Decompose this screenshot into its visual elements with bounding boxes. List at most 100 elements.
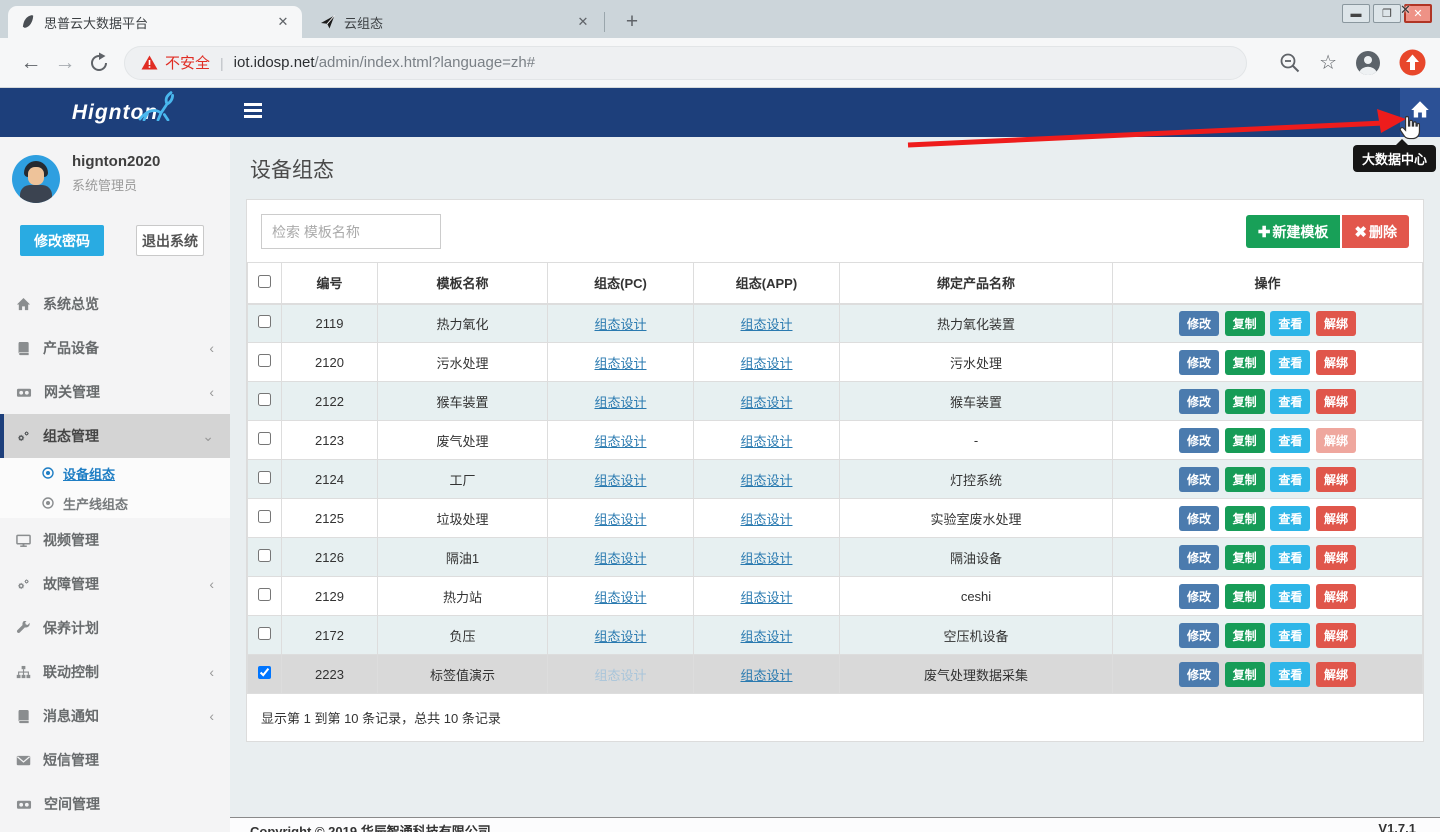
unbind-button[interactable]: 解绑: [1316, 428, 1356, 453]
pc-design-link[interactable]: 组态设计: [594, 629, 646, 644]
view-button[interactable]: 查看: [1270, 311, 1310, 336]
copy-button[interactable]: 复制: [1225, 350, 1265, 375]
hamburger-menu-icon[interactable]: [244, 103, 264, 121]
modify-button[interactable]: 修改: [1179, 545, 1219, 570]
sidebar-item-notify[interactable]: 消息通知 ‹: [0, 694, 230, 738]
sidebar-subitem-line-scada[interactable]: 生产线组态: [0, 488, 230, 518]
sidebar-item-space[interactable]: 空间管理: [0, 782, 230, 826]
app-design-link[interactable]: 组态设计: [740, 473, 792, 488]
window-minimize-button[interactable]: ▬: [1342, 4, 1370, 23]
refresh-icon[interactable]: [82, 52, 116, 74]
sidebar-item-overview[interactable]: 系统总览: [0, 282, 230, 326]
copy-button[interactable]: 复制: [1225, 311, 1265, 336]
row-checkbox[interactable]: [258, 510, 271, 523]
pc-design-link[interactable]: 组态设计: [594, 317, 646, 332]
app-design-link[interactable]: 组态设计: [740, 668, 792, 683]
row-checkbox[interactable]: [258, 549, 271, 562]
app-design-link[interactable]: 组态设计: [740, 317, 792, 332]
unbind-button[interactable]: 解绑: [1316, 662, 1356, 687]
new-template-button[interactable]: ✚新建模板: [1246, 215, 1341, 248]
delete-button[interactable]: ✖删除: [1342, 215, 1409, 248]
copy-button[interactable]: 复制: [1225, 584, 1265, 609]
row-checkbox[interactable]: [258, 471, 271, 484]
sidebar-item-gateway[interactable]: 网关管理 ‹: [0, 370, 230, 414]
sidebar-item-scada[interactable]: 组态管理 ⌄: [0, 414, 230, 458]
row-checkbox[interactable]: [258, 627, 271, 640]
pc-design-link[interactable]: 组态设计: [594, 434, 646, 449]
modify-button[interactable]: 修改: [1179, 428, 1219, 453]
forward-icon[interactable]: →: [48, 51, 82, 75]
unbind-button[interactable]: 解绑: [1316, 389, 1356, 414]
modify-button[interactable]: 修改: [1179, 389, 1219, 414]
row-checkbox[interactable]: [258, 315, 271, 328]
app-design-link[interactable]: 组态设计: [740, 629, 792, 644]
pc-design-link[interactable]: 组态设计: [594, 668, 646, 683]
window-close-button[interactable]: ✕✕: [1404, 4, 1432, 23]
copy-button[interactable]: 复制: [1225, 428, 1265, 453]
modify-button[interactable]: 修改: [1179, 662, 1219, 687]
app-design-link[interactable]: 组态设计: [740, 551, 792, 566]
view-button[interactable]: 查看: [1270, 389, 1310, 414]
zoom-out-icon[interactable]: [1279, 52, 1301, 74]
logout-button[interactable]: 退出系统: [136, 225, 204, 256]
row-checkbox[interactable]: [258, 432, 271, 445]
copy-button[interactable]: 复制: [1225, 506, 1265, 531]
bookmark-star-icon[interactable]: ☆: [1319, 50, 1337, 75]
pc-design-link[interactable]: 组态设计: [594, 551, 646, 566]
select-all-checkbox[interactable]: [258, 275, 271, 288]
view-button[interactable]: 查看: [1270, 584, 1310, 609]
view-button[interactable]: 查看: [1270, 350, 1310, 375]
modify-button[interactable]: 修改: [1179, 584, 1219, 609]
unbind-button[interactable]: 解绑: [1316, 350, 1356, 375]
profile-avatar-icon[interactable]: [1355, 50, 1381, 76]
pc-design-link[interactable]: 组态设计: [594, 473, 646, 488]
copy-button[interactable]: 复制: [1225, 623, 1265, 648]
pc-design-link[interactable]: 组态设计: [594, 356, 646, 371]
sidebar-item-sms[interactable]: 短信管理: [0, 738, 230, 782]
sidebar-item-products[interactable]: 产品设备 ‹: [0, 326, 230, 370]
modify-button[interactable]: 修改: [1179, 506, 1219, 531]
change-password-button[interactable]: 修改密码: [20, 225, 104, 256]
address-bar[interactable]: 不安全 | iot.idosp.net/admin/index.html?lan…: [124, 46, 1247, 80]
app-design-link[interactable]: 组态设计: [740, 590, 792, 605]
row-checkbox[interactable]: [258, 588, 271, 601]
view-button[interactable]: 查看: [1270, 506, 1310, 531]
browser-tab-inactive[interactable]: 云组态 ✕: [308, 6, 602, 38]
modify-button[interactable]: 修改: [1179, 467, 1219, 492]
sidebar-item-maintenance[interactable]: 保养计划: [0, 606, 230, 650]
modify-button[interactable]: 修改: [1179, 311, 1219, 336]
row-checkbox[interactable]: [258, 666, 271, 679]
copy-button[interactable]: 复制: [1225, 545, 1265, 570]
datacenter-home-button[interactable]: [1400, 88, 1440, 137]
unbind-button[interactable]: 解绑: [1316, 311, 1356, 336]
row-checkbox[interactable]: [258, 393, 271, 406]
copy-button[interactable]: 复制: [1225, 662, 1265, 687]
unbind-button[interactable]: 解绑: [1316, 623, 1356, 648]
pc-design-link[interactable]: 组态设计: [594, 395, 646, 410]
sidebar-item-video[interactable]: 视频管理: [0, 518, 230, 562]
copy-button[interactable]: 复制: [1225, 389, 1265, 414]
pc-design-link[interactable]: 组态设计: [594, 590, 646, 605]
sidebar-subitem-device-scada[interactable]: 设备组态: [0, 458, 230, 488]
search-input[interactable]: [261, 214, 441, 249]
pc-design-link[interactable]: 组态设计: [594, 512, 646, 527]
browser-tab-active[interactable]: 思普云大数据平台 ✕: [8, 6, 302, 38]
view-button[interactable]: 查看: [1270, 662, 1310, 687]
unbind-button[interactable]: 解绑: [1316, 506, 1356, 531]
sidebar-item-linkage[interactable]: 联动控制 ‹: [0, 650, 230, 694]
app-design-link[interactable]: 组态设计: [740, 356, 792, 371]
copy-button[interactable]: 复制: [1225, 467, 1265, 492]
app-design-link[interactable]: 组态设计: [740, 395, 792, 410]
tab-close-icon[interactable]: ✕: [574, 13, 592, 31]
view-button[interactable]: 查看: [1270, 428, 1310, 453]
extension-up-arrow-icon[interactable]: [1399, 49, 1426, 76]
unbind-button[interactable]: 解绑: [1316, 545, 1356, 570]
app-design-link[interactable]: 组态设计: [740, 434, 792, 449]
app-design-link[interactable]: 组态设计: [740, 512, 792, 527]
back-icon[interactable]: ←: [14, 51, 48, 75]
view-button[interactable]: 查看: [1270, 545, 1310, 570]
unbind-button[interactable]: 解绑: [1316, 467, 1356, 492]
unbind-button[interactable]: 解绑: [1316, 584, 1356, 609]
window-restore-button[interactable]: ❐: [1373, 4, 1401, 23]
sidebar-item-fault[interactable]: 故障管理 ‹: [0, 562, 230, 606]
